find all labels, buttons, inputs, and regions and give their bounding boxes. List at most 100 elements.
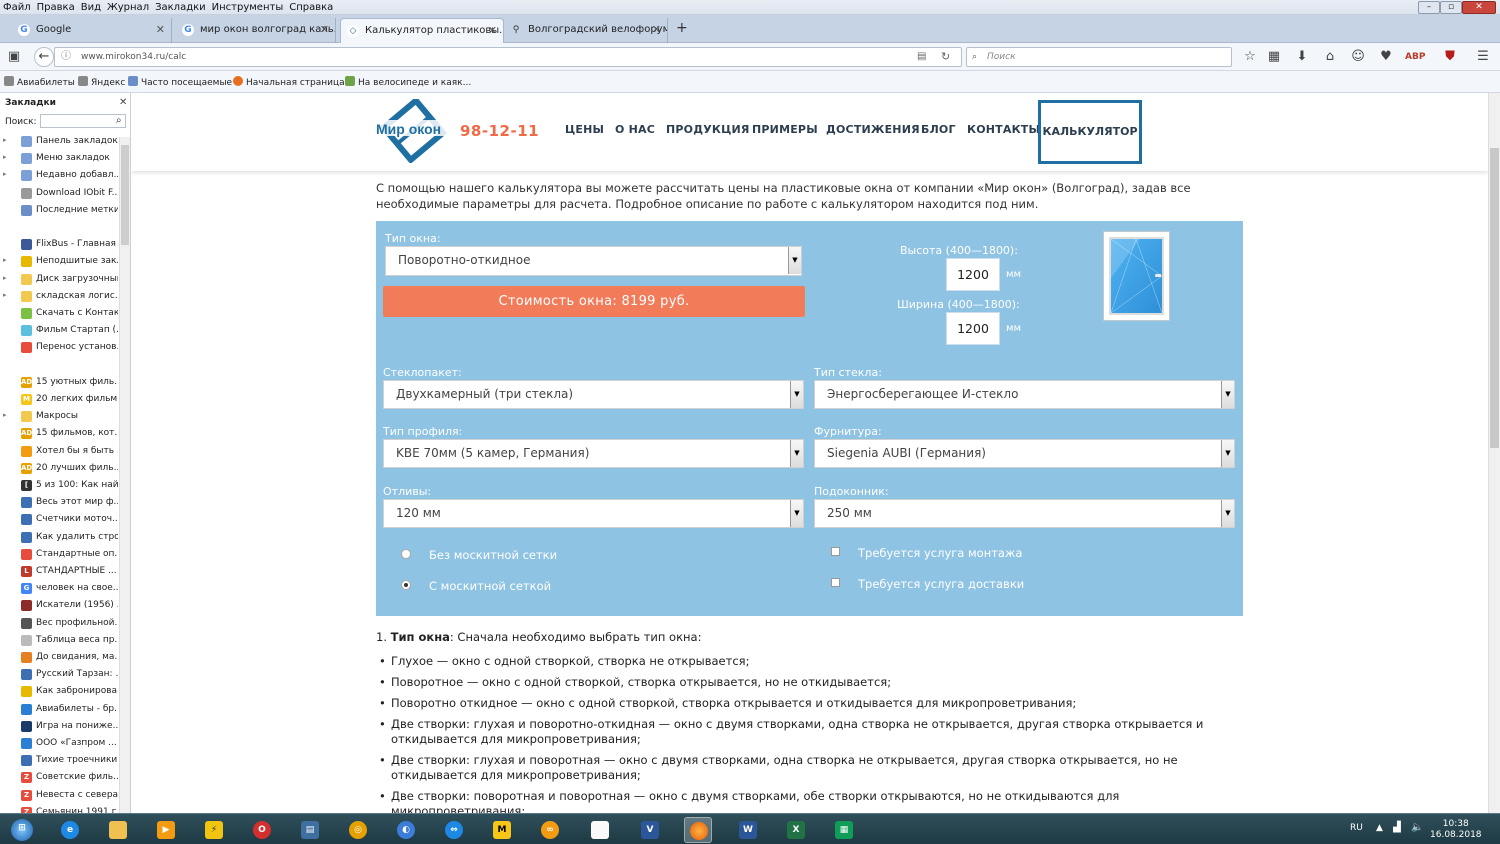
menu-file[interactable]: Файл (0, 1, 34, 13)
menu-history[interactable]: Журнал (104, 1, 152, 13)
back-icon[interactable]: ← (34, 47, 54, 67)
with-net-radio[interactable] (401, 580, 411, 590)
bookmark-start-page[interactable]: Начальная страница (233, 76, 345, 88)
sidebar-bookmark-item[interactable]: Весь этот мир ф... (0, 494, 118, 511)
sidebar-bookmark-item[interactable]: AD 15 фильмов, кот... (0, 425, 118, 442)
taskbar-app-bolt[interactable]: ⚡ (200, 817, 228, 843)
menu-bookmarks[interactable]: Закладки (152, 1, 209, 13)
sidebar-bookmark-item[interactable]: Фильм Стартап (... (0, 322, 118, 339)
taskbar-opera[interactable]: O (248, 817, 276, 843)
nav-contacts[interactable]: КОНТАКТЫ (967, 123, 1040, 136)
sidebar-toggle-icon[interactable]: ▣ (5, 48, 23, 66)
taskbar-google-earth[interactable]: ◐ (392, 817, 420, 843)
taskbar-app-chain[interactable]: ∞ (536, 817, 564, 843)
delivery-checkbox[interactable] (831, 578, 840, 587)
nav-achievements[interactable]: ДОСТИЖЕНИЯ (826, 123, 920, 136)
pocket-icon[interactable]: ♥ (1377, 48, 1395, 66)
scrollbar-thumb[interactable] (1490, 148, 1499, 448)
taskbar-app-m[interactable]: M (488, 817, 516, 843)
sidebar-bookmark-item[interactable]: До свидания, ма... (0, 649, 118, 666)
bookmark-velo[interactable]: На велосипеде и каяк... (345, 76, 471, 88)
sidebar-search-input[interactable]: ⌕ (40, 114, 126, 128)
taskbar-visio[interactable]: V (636, 817, 664, 843)
sidebar-bookmark-item[interactable]: AD 20 лучших филь... (0, 460, 118, 477)
chevron-right-icon[interactable]: ▸ (3, 256, 7, 264)
info-icon[interactable]: ⓘ (61, 48, 71, 66)
sidebar-bookmark-item[interactable]: Download IObit F... (0, 185, 118, 202)
taskbar-sheets[interactable]: ▦ (830, 817, 858, 843)
sidebar-bookmark-item[interactable]: Z Невеста с севера... (0, 787, 118, 804)
menu-view[interactable]: Вид (78, 1, 104, 13)
sidebar-bookmark-item[interactable]: Игра на пониже... (0, 718, 118, 735)
tray-expand-icon[interactable]: ▲ (1376, 823, 1383, 833)
phone-number[interactable]: 98-12-11 (460, 122, 539, 140)
sidebar-bookmark-item[interactable]: Как удалить стро... (0, 529, 118, 546)
sidebar-bookmark-item[interactable]: L СТАНДАРТНЫЕ ... (0, 563, 118, 580)
download-icon[interactable]: ⬇ (1293, 48, 1311, 66)
chevron-down-icon[interactable]: ▼ (1221, 500, 1234, 527)
logo[interactable]: Мир окон (375, 99, 453, 163)
tab-google[interactable]: G Google ✕ (12, 18, 172, 43)
sill-select[interactable]: 250 мм ▼ (814, 499, 1235, 528)
new-tab-icon[interactable]: + (676, 20, 688, 36)
taskbar-ie[interactable]: e (56, 817, 84, 843)
chevron-down-icon[interactable]: ▼ (790, 381, 803, 408)
chevron-right-icon[interactable]: ▸ (3, 170, 7, 178)
menu-help[interactable]: Справка (286, 1, 336, 13)
language-indicator[interactable]: RU (1350, 823, 1363, 833)
sidebar-bookmark-item[interactable]: Тихие троечники... (0, 752, 118, 769)
glass-unit-select[interactable]: Двухкамерный (три стекла) ▼ (383, 380, 804, 409)
chevron-right-icon[interactable]: ▸ (3, 153, 7, 161)
taskbar-teamviewer[interactable]: ⇔ (440, 817, 468, 843)
delivery-label[interactable]: Требуется услуга доставки (858, 577, 1024, 591)
chevron-down-icon[interactable]: ▼ (790, 440, 803, 467)
close-window-button[interactable]: ✕ (1462, 1, 1496, 14)
taskbar-notepad[interactable] (586, 817, 614, 843)
close-icon[interactable]: ✕ (320, 23, 329, 36)
sidebar-bookmark-item[interactable]: ▸ складская логис... (0, 288, 118, 305)
width-input[interactable]: 1200 (946, 312, 1000, 345)
sidebar-bookmark-item[interactable]: Перенос установ... (0, 339, 118, 356)
sidebar-bookmark-item[interactable]: FlixBus - Главная (0, 236, 118, 253)
sidebar-bookmark-item[interactable]: Счетчики моточ... (0, 511, 118, 528)
chevron-down-icon[interactable]: ▼ (788, 247, 801, 274)
sidebar-bookmark-item[interactable]: Хотел бы я быть ... (0, 443, 118, 460)
sidebar-bookmark-item[interactable]: ООО «Газпром ... (0, 735, 118, 752)
sidebar-bookmark-item[interactable]: ▸ Меню закладок (0, 150, 118, 167)
sidebar-bookmark-item[interactable]: Авиабилеты - бр... (0, 701, 118, 718)
nav-blog[interactable]: БЛОГ (921, 123, 956, 136)
taskbar-excel[interactable]: X (782, 817, 810, 843)
nav-prices[interactable]: ЦЕНЫ (565, 123, 604, 136)
height-input[interactable]: 1200 (946, 258, 1000, 291)
network-icon[interactable]: ▟ (1393, 822, 1401, 833)
sidebar-bookmark-item[interactable]: Z Семьянин 1991 г... (0, 804, 118, 813)
hamburger-menu-icon[interactable]: ☰ (1474, 48, 1492, 66)
taskbar-app-target[interactable]: ◎ (344, 817, 372, 843)
close-icon[interactable]: ✕ (156, 23, 165, 36)
chevron-down-icon[interactable]: ▼ (790, 500, 803, 527)
maximize-button[interactable]: ▫ (1440, 1, 1462, 14)
sidebar-bookmark-item[interactable]: ▸ Макросы (0, 408, 118, 425)
home-icon[interactable]: ⌂ (1321, 48, 1339, 66)
sidebar-bookmark-item[interactable]: Стандартные оп... (0, 546, 118, 563)
minimize-button[interactable]: – (1418, 1, 1440, 14)
sidebar-bookmark-item[interactable]: Вес профильной... (0, 615, 118, 632)
close-icon[interactable]: ✕ (652, 23, 661, 36)
sidebar-bookmark-item[interactable]: ▸ Недавно добавл... (0, 167, 118, 184)
no-net-radio[interactable] (401, 549, 411, 559)
install-checkbox[interactable] (831, 547, 840, 556)
taskbar-media[interactable]: ▶ (152, 817, 180, 843)
search-input[interactable]: ⌕ Поиск (966, 47, 1232, 67)
install-label[interactable]: Требуется услуга монтажа (858, 546, 1022, 560)
chevron-right-icon[interactable]: ▸ (3, 291, 7, 299)
nav-products[interactable]: ПРОДУКЦИЯ (666, 123, 750, 136)
taskbar-app-doc[interactable]: ▤ (296, 817, 324, 843)
window-type-select[interactable]: Поворотно-откидное ▼ (385, 246, 802, 276)
hardware-select[interactable]: Siegenia AUBI (Германия) ▼ (814, 439, 1235, 468)
menu-edit[interactable]: Правка (34, 1, 78, 13)
nav-examples[interactable]: ПРИМЕРЫ (752, 123, 818, 136)
nav-calculator[interactable]: КАЛЬКУЛЯТОР (1038, 100, 1142, 164)
sidebar-bookmark-item[interactable]: AD 15 уютных филь... (0, 374, 118, 391)
with-net-label[interactable]: С москитной сеткой (429, 579, 551, 593)
tab-veloforum[interactable]: ⚲ Волгоградский велофорум ✕ (504, 18, 668, 43)
